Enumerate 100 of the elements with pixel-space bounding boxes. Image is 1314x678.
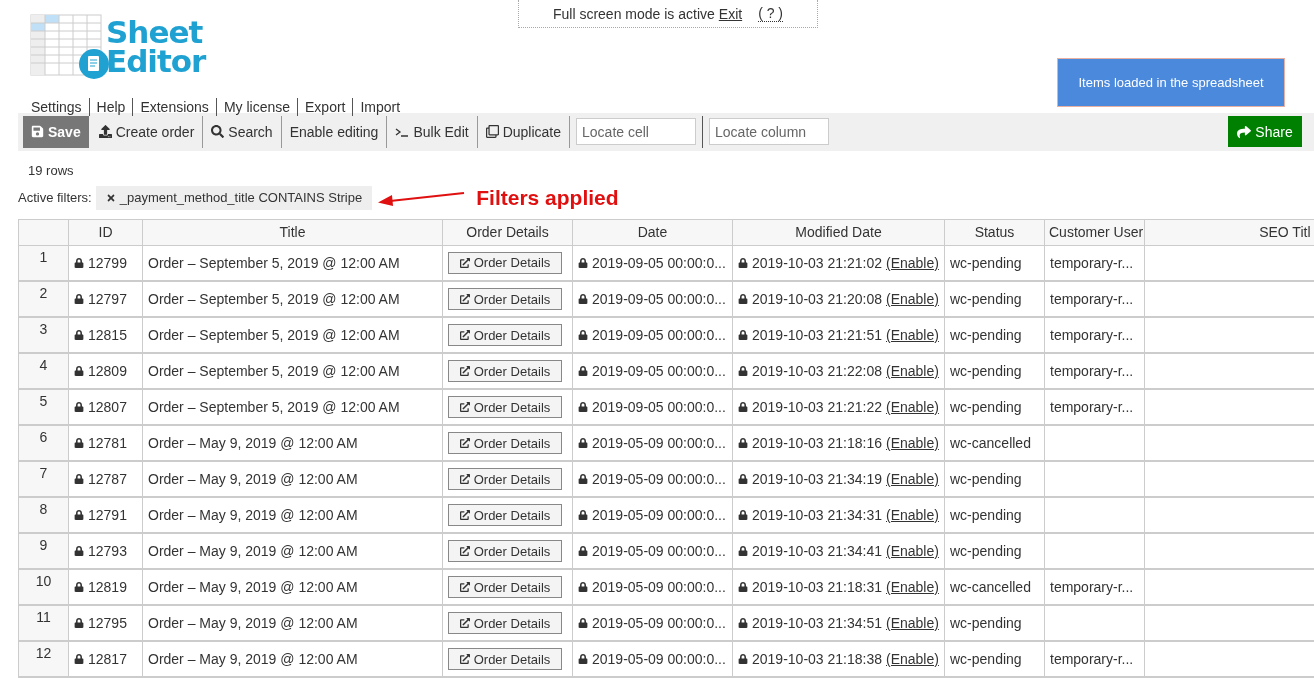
- order-details-button[interactable]: Order Details: [448, 360, 562, 382]
- table-cell: 2019-05-09 00:00:0...: [578, 615, 726, 631]
- loaded-banner: Items loaded in the spreadsheet: [1057, 58, 1285, 107]
- external-link-icon: [459, 257, 470, 268]
- locate-column-field[interactable]: Locate column: [709, 118, 830, 146]
- enable-link[interactable]: (Enable): [886, 435, 939, 451]
- row-number: 3: [18, 317, 69, 353]
- enable-link[interactable]: (Enable): [886, 615, 939, 631]
- lock-icon: [578, 654, 588, 664]
- enable-link[interactable]: (Enable): [886, 651, 939, 667]
- lock-icon: [738, 294, 748, 304]
- save-button[interactable]: Save: [23, 116, 89, 148]
- lock-icon: [738, 618, 748, 628]
- table-cell: Order – May 9, 2019 @ 12:00 AM: [148, 615, 358, 631]
- external-link-icon: [459, 294, 470, 304]
- table-cell: 2019-10-03 21:34:31: [752, 507, 882, 523]
- external-link-icon: [459, 582, 470, 592]
- lock-icon: [738, 438, 748, 448]
- table-cell: 12795: [74, 615, 127, 631]
- help-link[interactable]: ( ? ): [758, 5, 784, 22]
- order-details-button[interactable]: Order Details: [448, 432, 562, 454]
- order-details-button[interactable]: Order Details: [448, 576, 562, 598]
- order-details-button[interactable]: Order Details: [448, 396, 562, 418]
- table-cell: Order – May 9, 2019 @ 12:00 AM: [148, 579, 358, 595]
- enable-link[interactable]: (Enable): [886, 327, 939, 343]
- table-cell: Order – September 5, 2019 @ 12:00 AM: [148, 327, 400, 343]
- toolbar-button[interactable]: Search: [203, 116, 282, 148]
- column-header[interactable]: Customer User: [1044, 219, 1145, 245]
- enable-link[interactable]: (Enable): [886, 471, 939, 487]
- lock-icon: [578, 294, 588, 304]
- table-cell: wc-pending: [950, 543, 1022, 559]
- exit-link[interactable]: Exit: [718, 5, 743, 22]
- lock-icon: [738, 474, 748, 484]
- enable-link[interactable]: (Enable): [886, 543, 939, 559]
- order-details-button[interactable]: Order Details: [448, 504, 562, 526]
- enable-link[interactable]: (Enable): [886, 254, 939, 271]
- order-details-button[interactable]: Order Details: [448, 288, 562, 310]
- table-cell: 2019-10-03 21:18:16: [752, 435, 882, 451]
- toolbar-button[interactable]: Create order: [90, 116, 204, 148]
- table-cell: wc-cancelled: [950, 579, 1031, 595]
- lock-icon: [578, 257, 588, 268]
- table-cell: 2019-09-05 00:00:0...: [578, 254, 726, 271]
- lock-icon: [74, 294, 84, 304]
- enable-link[interactable]: (Enable): [886, 579, 939, 595]
- lock-icon: [578, 546, 588, 556]
- table-cell: 2019-10-03 21:21:51: [752, 327, 882, 343]
- row-number: 5: [18, 389, 69, 425]
- order-details-button[interactable]: Order Details: [448, 468, 562, 490]
- column-header[interactable]: Order Details: [442, 219, 573, 245]
- share-icon: [1237, 125, 1252, 139]
- locate-cell-field[interactable]: Locate cell: [576, 118, 697, 146]
- table-cell: wc-pending: [950, 363, 1022, 379]
- lock-icon: [74, 510, 84, 520]
- column-header[interactable]: Status: [944, 219, 1045, 245]
- column-header[interactable]: Title: [142, 219, 443, 245]
- filter-chip[interactable]: _payment_method_title CONTAINS Stripe: [95, 185, 373, 210]
- table-cell: 2019-10-03 21:34:41: [752, 543, 882, 559]
- table-cell: 12807: [74, 399, 127, 415]
- table-cell: wc-pending: [950, 651, 1022, 667]
- lock-icon: [578, 618, 588, 628]
- share-button[interactable]: Share: [1228, 116, 1302, 148]
- menu-link[interactable]: Settings: [24, 98, 89, 116]
- column-header[interactable]: Date: [572, 219, 733, 245]
- table-cell: 2019-05-09 00:00:0...: [578, 579, 726, 595]
- column-header[interactable]: ID: [68, 219, 143, 245]
- table-cell: 2019-10-03 21:20:08: [752, 291, 882, 307]
- enable-link[interactable]: (Enable): [886, 399, 939, 415]
- column-header[interactable]: SEO Titl: [1144, 219, 1314, 245]
- table-cell: 2019-10-03 21:21:22: [752, 399, 882, 415]
- enable-link[interactable]: (Enable): [886, 507, 939, 523]
- enable-link[interactable]: (Enable): [886, 363, 939, 379]
- logo-text: Sheet: [106, 18, 203, 47]
- table-cell: wc-pending: [950, 254, 1022, 271]
- table-cell: 2019-09-05 00:00:0...: [578, 291, 726, 307]
- filters-label: Active filters:: [18, 190, 92, 205]
- table-cell: Order – May 9, 2019 @ 12:00 AM: [148, 507, 358, 523]
- order-details-button[interactable]: Order Details: [448, 648, 562, 670]
- external-link-icon: [459, 510, 470, 520]
- order-details-button[interactable]: Order Details: [448, 251, 562, 274]
- search-icon: [211, 125, 225, 139]
- lock-icon: [74, 654, 84, 664]
- lock-icon: [578, 366, 588, 376]
- toolbar-button[interactable]: Enable editing: [281, 116, 388, 148]
- column-header[interactable]: Modified Date: [732, 219, 945, 245]
- row-number: 8: [18, 497, 69, 533]
- table-cell: 12793: [74, 543, 127, 559]
- table-cell: 2019-09-05 00:00:0...: [578, 363, 726, 379]
- order-details-button[interactable]: Order Details: [448, 324, 562, 346]
- enable-link[interactable]: (Enable): [886, 291, 939, 307]
- copy-icon: [485, 125, 499, 139]
- close-icon: [105, 192, 116, 203]
- annotation-text: Filters applied: [476, 185, 619, 210]
- terminal-icon: [395, 127, 410, 137]
- order-details-button[interactable]: Order Details: [448, 540, 562, 562]
- toolbar-button[interactable]: Duplicate: [477, 116, 571, 148]
- order-details-button[interactable]: Order Details: [448, 612, 562, 634]
- table-cell: wc-pending: [950, 507, 1022, 523]
- table-cell: temporary-r...: [1050, 399, 1134, 415]
- table-cell: Order – September 5, 2019 @ 12:00 AM: [148, 363, 400, 379]
- toolbar-button[interactable]: Bulk Edit: [387, 116, 478, 148]
